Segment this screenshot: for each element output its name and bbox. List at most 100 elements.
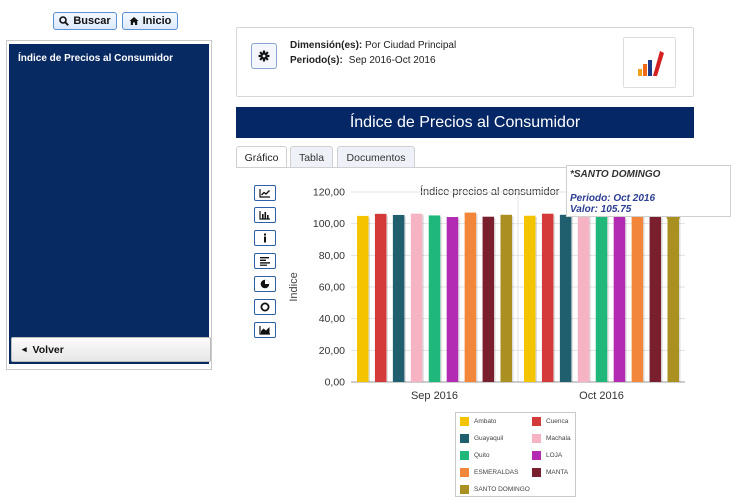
chart-legend: Ambato Cuenca Guayaquil Machala Quito LOJA ESM… xyxy=(455,412,576,497)
legend-label: Cuenca xyxy=(546,418,569,425)
home-icon xyxy=(129,17,139,25)
bar-chart-button[interactable] xyxy=(254,207,276,223)
pie-chart-icon xyxy=(260,279,270,289)
y-tick-label: 120,00 xyxy=(313,187,345,199)
tooltip-value: Valor: 105.75 xyxy=(570,204,631,215)
tooltip-period-value: Oct 2016 xyxy=(613,193,656,204)
period-label: Periodo(s): xyxy=(290,55,343,66)
legend-swatch xyxy=(460,451,469,460)
chevron-left-icon: ◂ xyxy=(22,344,27,354)
x-tick-label: Sep 2016 xyxy=(411,390,458,402)
bar xyxy=(500,214,512,382)
legend-swatch xyxy=(532,417,541,426)
sidebar-panel: Índice de Precios al Consumidor xyxy=(9,44,209,364)
area-chart-icon xyxy=(259,326,270,335)
x-tick-label: Oct 2016 xyxy=(579,390,624,402)
bar xyxy=(392,214,405,382)
page-title: Índice de Precios al Consumidor xyxy=(236,107,694,138)
legend-item[interactable]: Machala xyxy=(532,434,571,443)
bar xyxy=(357,215,369,382)
bar xyxy=(374,213,387,382)
search-button[interactable]: Buscar xyxy=(53,12,117,30)
bar xyxy=(649,216,662,382)
sidebar: Índice de Precios al Consumidor ◂ Volver xyxy=(6,40,212,370)
bar xyxy=(595,215,608,382)
search-icon xyxy=(59,16,70,26)
legend-swatch xyxy=(532,434,541,443)
period-value: Sep 2016-Oct 2016 xyxy=(348,55,436,66)
tooltip-value-label: Valor: xyxy=(570,204,598,215)
legend-label: Machala xyxy=(546,435,571,442)
legend-swatch xyxy=(460,468,469,477)
tooltip-value-number: 105.75 xyxy=(600,204,632,215)
sidebar-item-ipc[interactable]: Índice de Precios al Consumidor xyxy=(18,53,173,64)
y-axis-label: Indice xyxy=(288,272,300,301)
line-chart-button[interactable] xyxy=(254,185,276,201)
back-button-label: Volver xyxy=(32,343,64,356)
legend-swatch xyxy=(532,451,541,460)
y-tick-label: 0,00 xyxy=(325,377,346,389)
legend-swatch xyxy=(532,468,541,477)
y-tick-label: 60,00 xyxy=(319,282,345,294)
legend-label: ESMERALDAS xyxy=(474,469,519,476)
chart-tooltip: *SANTO DOMINGO Periodo: Oct 2016 Valor: … xyxy=(566,165,731,217)
settings-button[interactable] xyxy=(251,43,277,69)
search-button-label: Buscar xyxy=(73,15,111,27)
bar xyxy=(524,215,536,382)
logo-icon xyxy=(638,51,664,76)
tab-grafico[interactable]: Gráfico xyxy=(236,146,287,168)
bar xyxy=(446,217,459,382)
legend-label: SANTO DOMINGO xyxy=(474,486,530,493)
dimension-label: Dimensión(es): xyxy=(290,40,363,51)
tab-tabla[interactable]: Tabla xyxy=(290,146,333,168)
horizontal-bar-icon xyxy=(260,257,270,266)
legend-item[interactable]: ESMERALDAS xyxy=(460,468,518,477)
y-tick-label: 40,00 xyxy=(319,313,345,325)
y-tick-label: 20,00 xyxy=(319,345,345,357)
bar xyxy=(428,215,441,382)
info-button[interactable] xyxy=(254,230,276,246)
donut-chart-icon xyxy=(260,302,270,312)
filter-summary: Dimensión(es): Por Ciudad Principal Peri… xyxy=(236,27,694,97)
legend-swatch xyxy=(460,485,469,494)
tooltip-period: Periodo: Oct 2016 xyxy=(570,193,655,204)
legend-item[interactable]: Quito xyxy=(460,451,490,460)
back-button[interactable]: ◂ Volver xyxy=(11,337,211,362)
legend-item[interactable]: SANTO DOMINGO xyxy=(460,485,530,494)
gear-icon xyxy=(258,50,270,62)
donut-chart-button[interactable] xyxy=(254,299,276,315)
bar xyxy=(541,213,554,382)
y-tick-label: 100,00 xyxy=(313,218,345,230)
legend-item[interactable]: Ambato xyxy=(460,417,496,426)
legend-item[interactable]: Guayaquil xyxy=(460,434,503,443)
y-tick-label: 80,00 xyxy=(319,250,345,262)
bar xyxy=(464,212,477,382)
logo xyxy=(623,37,676,88)
home-button-label: Inicio xyxy=(142,15,172,27)
dimension-value: Por Ciudad Principal xyxy=(365,40,457,51)
legend-item[interactable]: Cuenca xyxy=(532,417,568,426)
area-chart-button[interactable] xyxy=(254,322,276,338)
legend-label: Guayaquil xyxy=(474,435,504,442)
bar xyxy=(559,214,572,382)
home-button[interactable]: Inicio xyxy=(122,12,178,30)
info-icon xyxy=(264,233,266,243)
tab-documentos[interactable]: Documentos xyxy=(337,146,415,168)
bar xyxy=(410,213,423,382)
legend-label: LOJA xyxy=(546,452,563,459)
legend-label: Ambato xyxy=(474,418,497,425)
bar xyxy=(667,214,679,382)
line-chart-icon xyxy=(259,189,270,198)
bar xyxy=(482,216,495,382)
horizontal-bar-button[interactable] xyxy=(254,253,276,269)
legend-label: Quito xyxy=(474,452,490,459)
bar-chart-icon xyxy=(259,211,270,220)
legend-item[interactable]: MANTA xyxy=(532,468,568,477)
legend-label: MANTA xyxy=(546,469,569,476)
bar xyxy=(631,212,644,382)
bar xyxy=(577,213,590,382)
legend-item[interactable]: LOJA xyxy=(532,451,562,460)
pie-chart-button[interactable] xyxy=(254,276,276,292)
dimension-line: Dimensión(es): Por Ciudad Principal xyxy=(290,40,456,51)
legend-swatch xyxy=(460,417,469,426)
